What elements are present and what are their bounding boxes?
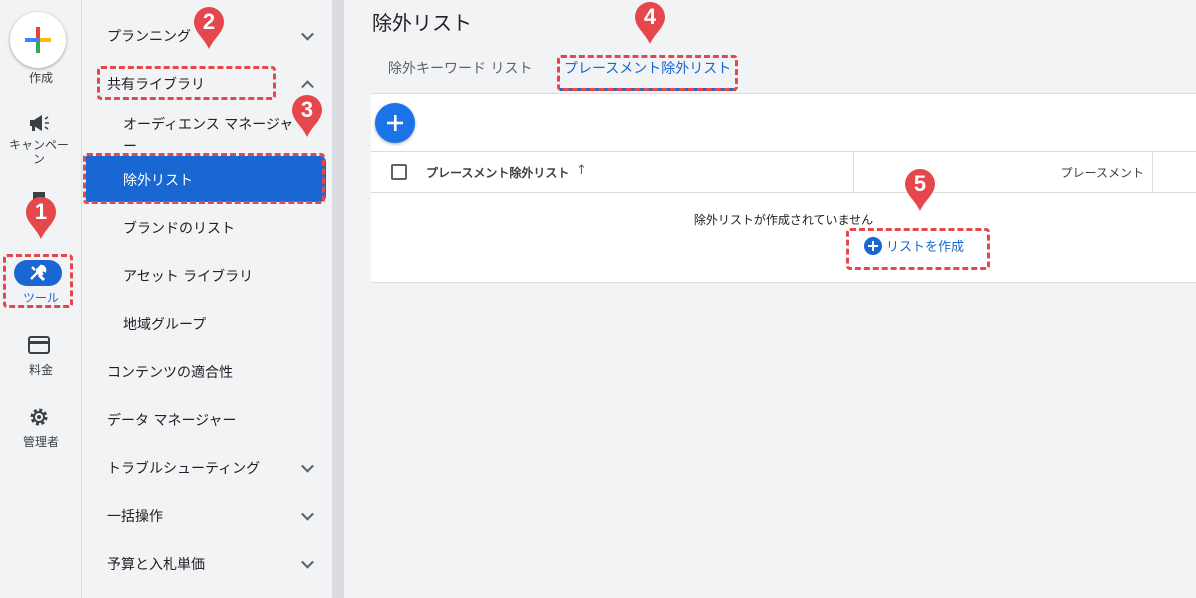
annotation-box-tools [3,254,73,308]
annotation-box-shared-library [97,66,276,100]
nav-item-label: トラブルシューティング [107,461,261,477]
chevron-down-icon [301,27,314,41]
select-all-checkbox[interactable] [391,164,407,180]
sort-ascending-icon[interactable]: ↑ [576,163,587,178]
nav-item-brand-lists[interactable]: ブランドのリスト [83,204,332,252]
nav-item-label: 予算と入札単価 [107,557,205,573]
column-header-list-name[interactable]: プレースメント除外リスト [426,164,569,181]
annotation-number: 1 [34,199,48,224]
create-label: 作成 [28,71,53,85]
table-header: プレースメント除外リスト ↑ プレースメント [371,151,1196,193]
chevron-down-icon [301,555,314,569]
nav-scrollbar[interactable] [332,0,344,598]
admin-label[interactable]: 管理者 [0,435,82,449]
plus-icon [25,27,51,53]
annotation-pin: 1 [24,196,58,240]
main-content: 除外リスト 除外キーワード リスト プレースメント除外リスト プレースメント除外… [344,0,1196,598]
exclusion-list-table-card: プレースメント除外リスト ↑ プレースメント 除外リストが作成されていません リ… [371,93,1196,283]
create-button[interactable] [10,12,66,68]
empty-state-message: 除外リストが作成されていません [693,213,874,227]
nav-item-label: プランニング [107,29,191,45]
gear-icon[interactable] [26,404,52,430]
annotation-box-exclusion-lists [83,153,325,204]
page-title: 除外リスト [372,11,472,35]
annotation-box-create-list [846,228,990,270]
megaphone-icon[interactable] [26,110,52,136]
nav-item-asset-library[interactable]: アセット ライブラリ [83,252,332,300]
nav-item-content-suitability[interactable]: コンテンツの適合性 [83,348,332,396]
credit-card-icon[interactable] [26,332,52,358]
column-divider [1152,152,1153,192]
add-list-button[interactable] [375,103,415,143]
annotation-number: 5 [913,171,927,196]
chevron-down-icon [301,507,314,521]
nav-item-label: オーディエンス マネージャー [123,117,294,155]
chevron-down-icon [301,459,314,473]
campaign-label[interactable]: キャンペーン [8,138,70,166]
nav-item-location-groups[interactable]: 地域グループ [83,300,332,348]
annotation-number: 2 [202,9,216,34]
column-divider [853,152,854,192]
nav-item-bulk-actions[interactable]: 一括操作 [83,492,332,540]
annotation-number: 4 [643,4,657,29]
annotation-pin: 4 [633,1,667,45]
nav-item-budgets-bids[interactable]: 予算と入札単価 [83,540,332,588]
annotation-pin: 5 [903,168,937,212]
billing-label[interactable]: 料金 [0,363,82,377]
plus-icon [387,115,403,131]
tab-negative-keyword-lists[interactable]: 除外キーワード リスト [388,58,532,78]
nav-item-label: ブランドのリスト [123,221,235,237]
annotation-number: 3 [300,97,314,122]
annotation-pin: 3 [290,94,324,138]
nav-item-label: コンテンツの適合性 [107,365,233,381]
nav-item-label: アセット ライブラリ [123,269,254,285]
nav-item-label: 一括操作 [107,509,163,525]
annotation-pin: 2 [192,6,226,50]
nav-item-label: データ マネージャー [107,413,237,429]
nav-item-troubleshooting[interactable]: トラブルシューティング [83,444,332,492]
nav-item-data-manager[interactable]: データ マネージャー [83,396,332,444]
column-header-placements[interactable]: プレースメント [1061,164,1144,181]
nav-item-label: 地域グループ [123,317,207,333]
annotation-box-placement-tab [557,55,738,91]
chevron-up-icon [301,80,314,94]
